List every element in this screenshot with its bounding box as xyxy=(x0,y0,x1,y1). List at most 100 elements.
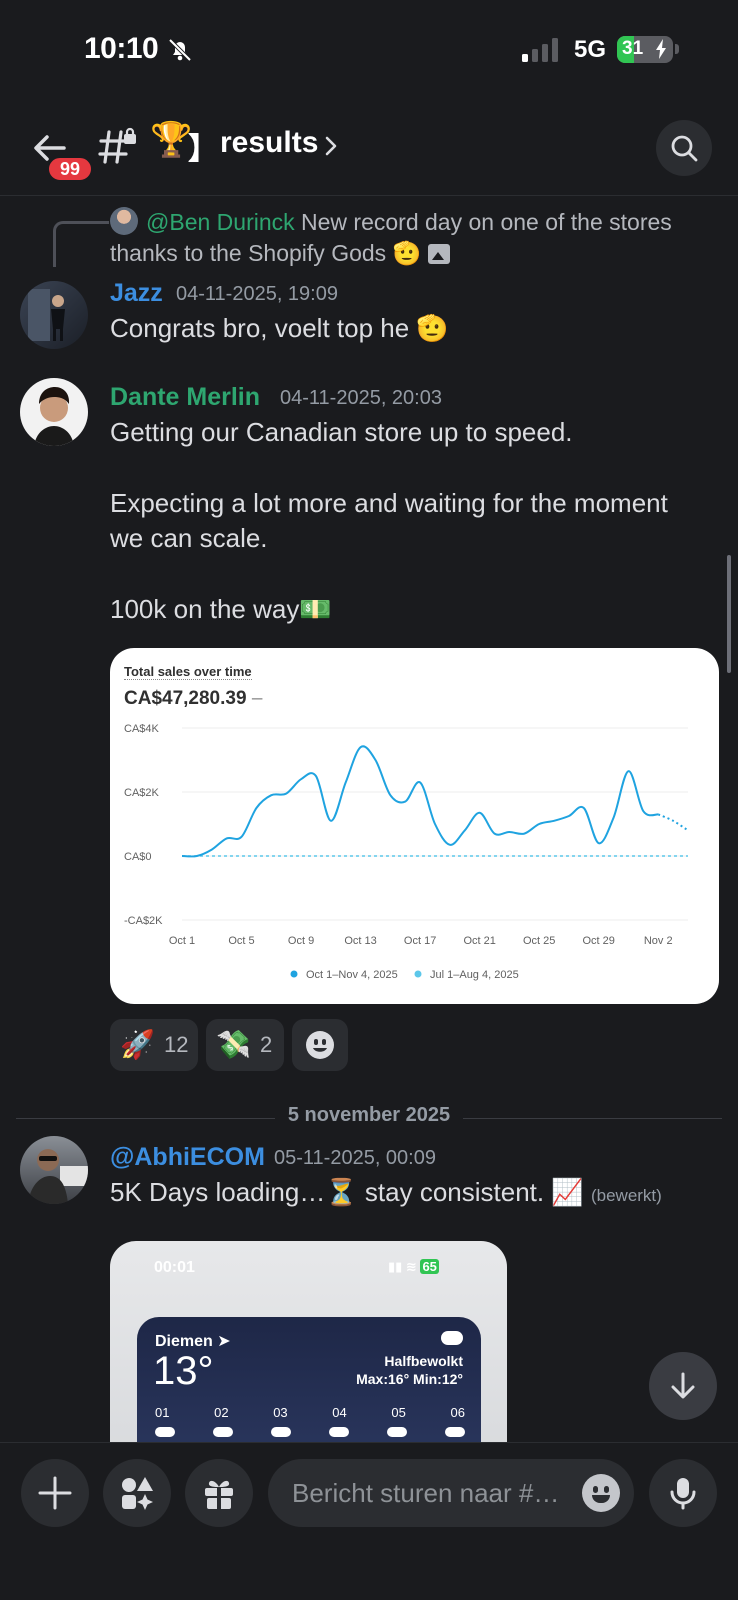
search-button[interactable] xyxy=(656,120,712,176)
add-attachment-button[interactable] xyxy=(21,1459,89,1527)
network-type: 5G xyxy=(574,36,607,63)
arrow-down-icon xyxy=(671,1372,695,1399)
reaction-money-wings[interactable]: 💸 2 xyxy=(206,1019,284,1071)
cloud-icon xyxy=(441,1331,463,1345)
series-line-current-partial xyxy=(657,813,689,832)
weather-hours: 01 02 03 04 05 06 xyxy=(155,1405,465,1420)
apps-icon xyxy=(122,1477,153,1510)
weather-hour: 06 xyxy=(450,1405,465,1420)
microphone-icon xyxy=(670,1478,696,1510)
emoji-smiley-icon xyxy=(592,1495,610,1503)
battery-percentage: 31 xyxy=(622,38,644,59)
message-author[interactable]: Jazz xyxy=(110,279,163,308)
x-tick-label: Oct 21 xyxy=(463,935,495,947)
weather-hour: 03 xyxy=(273,1405,288,1420)
signal-strength-icon xyxy=(522,38,558,62)
cloud-icon xyxy=(213,1427,233,1437)
status-clock: 10:10 xyxy=(84,32,159,65)
cloud-icon xyxy=(271,1427,291,1437)
cloud-icon xyxy=(329,1427,349,1437)
avatar-figure xyxy=(28,289,65,341)
reaction-rocket[interactable]: 🚀 12 xyxy=(110,1019,198,1071)
x-tick-label: Oct 5 xyxy=(228,935,254,947)
bell-muted-icon xyxy=(168,38,192,62)
message-timestamp: 04-11-2025, 20:03 xyxy=(280,387,442,409)
weather-condition: Halfbewolkt xyxy=(384,1353,463,1369)
message-feed[interactable]: @Ben Durinck New record day on one of th… xyxy=(0,197,738,1442)
apps-button[interactable] xyxy=(103,1459,171,1527)
weather-hour-icons xyxy=(155,1427,465,1437)
message-input[interactable] xyxy=(292,1459,582,1527)
emoji-picker-button[interactable] xyxy=(582,1474,620,1512)
message-timestamp: 05-11-2025, 00:09 xyxy=(274,1147,436,1169)
weather-temperature: 13° xyxy=(153,1349,214,1393)
money-wings-emoji: 💸 xyxy=(216,1029,251,1060)
y-tick-label: -CA$2K xyxy=(124,915,163,927)
y-tick-label: CA$4K xyxy=(124,723,160,735)
message-text-content: 5K Days loading…⏳ stay consistent. 📈 xyxy=(110,1177,584,1207)
weather-widget: Diemen ➤ 13° Halfbewolkt Max:16° Min:12°… xyxy=(137,1317,481,1442)
message-author[interactable]: Dante Merlin xyxy=(110,383,260,412)
reaction-count: 2 xyxy=(260,1032,273,1057)
gift-button[interactable] xyxy=(185,1459,253,1527)
channel-name[interactable]: results xyxy=(220,126,318,160)
message-text-line: we can scale. xyxy=(110,523,268,553)
x-tick-label: Oct 29 xyxy=(583,935,615,947)
cloud-icon xyxy=(387,1427,407,1437)
status-bar: 10:10 5G 31 xyxy=(0,0,738,100)
sales-line-chart: CA$4K CA$2K CA$0 -CA$2K Oct 1 Oct 5 Oct 9 Oct 1… xyxy=(124,723,689,981)
message-composer xyxy=(0,1442,738,1600)
avatar[interactable] xyxy=(20,1136,88,1204)
voice-message-button[interactable] xyxy=(649,1459,717,1527)
y-tick-label: CA$2K xyxy=(124,787,160,799)
weather-hour: 05 xyxy=(391,1405,406,1420)
weather-city-name: Diemen xyxy=(155,1333,213,1350)
weather-hour: 02 xyxy=(214,1405,229,1420)
legend-marker xyxy=(290,970,298,978)
x-tick-label: Oct 1 xyxy=(169,935,195,947)
screenshot-image-attachment[interactable]: 00:01 ▮▮ ≋ 65 Diemen ➤ 13° Halfbewolkt M… xyxy=(110,1241,507,1442)
message-text: Congrats bro, voelt top he 🫡 xyxy=(110,313,449,343)
x-tick-label: Nov 2 xyxy=(644,935,673,947)
avatar-figure xyxy=(28,1149,88,1204)
message-author[interactable]: @AbhiECOM xyxy=(110,1143,265,1172)
avatar-figure xyxy=(34,387,74,446)
battery-nub xyxy=(675,44,679,54)
image-attachment-icon xyxy=(427,244,450,264)
chevron-right-icon[interactable] xyxy=(322,134,340,158)
reply-author[interactable]: @Ben Durinck xyxy=(146,209,295,235)
jump-to-latest-button[interactable] xyxy=(649,1352,717,1420)
message-text-line: Expecting a lot more and waiting for the… xyxy=(110,488,668,518)
message-text-line: 100k on the way💵 xyxy=(110,594,332,624)
scrollbar[interactable] xyxy=(727,555,731,673)
gift-icon xyxy=(205,1480,233,1509)
legend-label: Jul 1–Aug 4, 2025 xyxy=(430,969,519,981)
legend-label: Oct 1–Nov 4, 2025 xyxy=(306,969,398,981)
search-icon xyxy=(671,135,698,162)
screenshot-clock: 00:01 xyxy=(154,1259,195,1276)
channel-bracket: 】 xyxy=(188,133,218,166)
reply-connector xyxy=(53,221,109,267)
avatar[interactable] xyxy=(20,281,88,349)
avatar[interactable] xyxy=(20,378,88,446)
charging-bolt-icon xyxy=(656,39,666,59)
date-divider: 5 november 2025 xyxy=(275,1104,463,1127)
reply-preview[interactable]: @Ben Durinck New record day on one of th… xyxy=(110,207,720,269)
series-line-current xyxy=(181,745,659,858)
x-tick-label: Oct 13 xyxy=(344,935,376,947)
chart-image-attachment[interactable]: Total sales over time CA$47,280.39 – CA$… xyxy=(110,648,719,1004)
plus-icon xyxy=(38,1476,72,1510)
channel-trophy-emoji: 🏆 xyxy=(150,121,193,159)
add-reaction-button[interactable] xyxy=(292,1019,348,1071)
y-tick-label: CA$0 xyxy=(124,851,152,863)
x-tick-label: Oct 9 xyxy=(288,935,314,947)
screenshot-battery: 65 xyxy=(420,1259,439,1274)
message-text: 5K Days loading…⏳ stay consistent. 📈 (be… xyxy=(110,1175,662,1213)
screenshot-status: ▮▮ ≋ 65 xyxy=(388,1259,439,1274)
reaction-count: 12 xyxy=(164,1032,189,1057)
message-text-line: Getting our Canadian store up to speed. xyxy=(110,417,573,447)
message-input-container xyxy=(268,1459,634,1527)
locked-text-channel-icon xyxy=(98,127,136,164)
weather-hour: 04 xyxy=(332,1405,347,1420)
cloud-icon xyxy=(445,1427,465,1437)
